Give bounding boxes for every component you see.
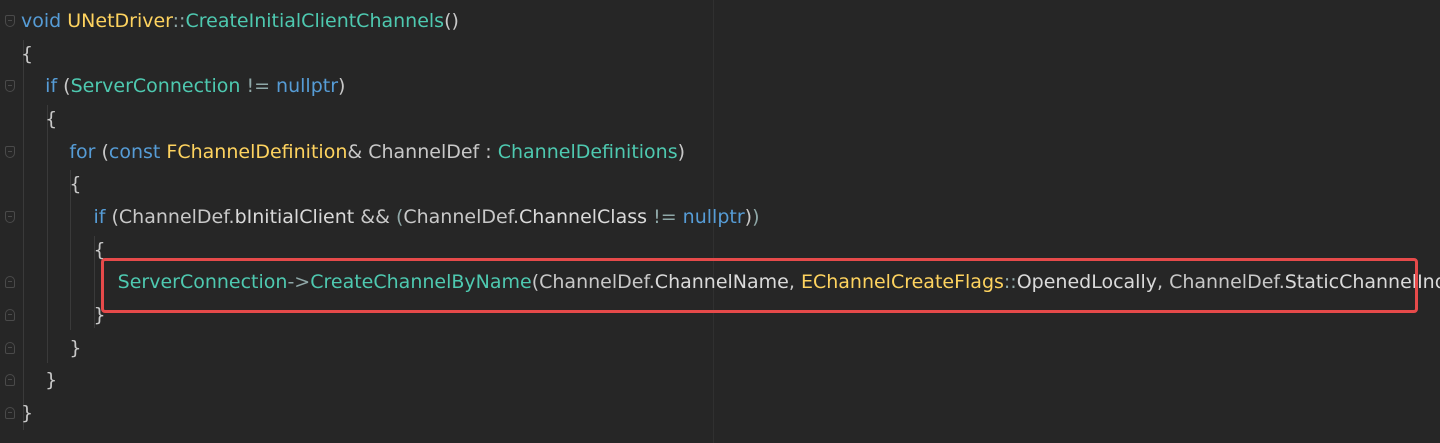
- code-token: ::: [172, 10, 186, 32]
- code-token: nullptr: [682, 206, 745, 228]
- code-token: }: [21, 337, 82, 359]
- code-token: CreateInitialClientChannels: [185, 10, 445, 32]
- fold-marker-shape: [5, 309, 15, 321]
- code-token: ChannelDefinitions: [497, 141, 678, 163]
- code-token: ): [752, 206, 760, 228]
- highlight-annotation-box: [101, 258, 1418, 313]
- code-text: if (ChannelDef.bInitialClient && (Channe…: [21, 201, 759, 233]
- code-token: ServerConnection: [70, 75, 241, 97]
- code-token: FChannelDefinition: [166, 141, 348, 163]
- fold-marker-shape: [5, 146, 15, 158]
- fold-marker-icon[interactable]: [3, 5, 17, 37]
- fold-marker-shape: [5, 80, 15, 92]
- code-token: if: [93, 206, 106, 228]
- code-editor[interactable]: void UNetDriver::CreateInitialClientChan…: [0, 0, 1440, 443]
- code-token: (ChannelDef.: [105, 206, 235, 228]
- code-text: }: [21, 299, 106, 331]
- fold-marker-icon[interactable]: [3, 266, 17, 298]
- code-token: for: [69, 141, 96, 163]
- fold-marker-icon[interactable]: [3, 136, 17, 168]
- code-text: {: [21, 103, 57, 135]
- code-token: ChannelDef.: [403, 206, 520, 228]
- fold-marker-icon[interactable]: [3, 201, 17, 233]
- fold-marker-icon[interactable]: [3, 364, 17, 396]
- fold-marker-icon[interactable]: [3, 299, 17, 331]
- code-token: ): [744, 206, 753, 228]
- code-token: {: [21, 173, 82, 195]
- code-token: ChannelClass: [519, 206, 648, 228]
- code-token: if: [45, 75, 58, 97]
- code-token: {: [21, 43, 34, 65]
- code-token: nullptr: [276, 75, 339, 97]
- code-text: if (ServerConnection != nullptr): [21, 70, 345, 102]
- fold-marker-shape: [5, 407, 15, 419]
- fold-marker-shape: [5, 342, 15, 354]
- fold-marker-shape: [5, 374, 15, 386]
- code-token: }: [21, 304, 106, 326]
- fold-marker-icon[interactable]: [3, 70, 17, 102]
- fold-marker-shape: [5, 276, 15, 288]
- fold-marker-shape: [5, 15, 15, 27]
- code-token: bInitialClient: [234, 206, 355, 228]
- code-text: {: [21, 168, 81, 200]
- code-text: }: [21, 332, 81, 364]
- code-token: (): [444, 10, 459, 32]
- code-token: const: [108, 141, 161, 163]
- code-token: {: [21, 239, 106, 261]
- fold-marker-icon[interactable]: [3, 332, 17, 364]
- code-token: ): [677, 141, 686, 163]
- code-token: (: [57, 75, 71, 97]
- code-token: }: [21, 402, 34, 424]
- code-token: ): [338, 75, 346, 97]
- code-token: !=: [246, 75, 270, 97]
- code-text: {: [21, 234, 106, 266]
- code-token: !=: [653, 206, 677, 228]
- fold-marker-shape: [5, 211, 15, 223]
- code-text: void UNetDriver::CreateInitialClientChan…: [21, 5, 459, 37]
- code-token: &&: [354, 206, 396, 228]
- code-token: }: [21, 369, 58, 391]
- code-token: & ChannelDef :: [347, 141, 498, 163]
- code-token: UNetDriver: [67, 10, 173, 32]
- code-text: }: [21, 364, 57, 396]
- fold-marker-icon[interactable]: [3, 397, 17, 429]
- code-text: for (const FChannelDefinition& ChannelDe…: [21, 136, 685, 168]
- code-token: void: [21, 10, 62, 32]
- code-text: {: [21, 38, 33, 70]
- code-token: {: [21, 108, 58, 130]
- code-token: (: [95, 141, 109, 163]
- code-text: }: [21, 397, 33, 429]
